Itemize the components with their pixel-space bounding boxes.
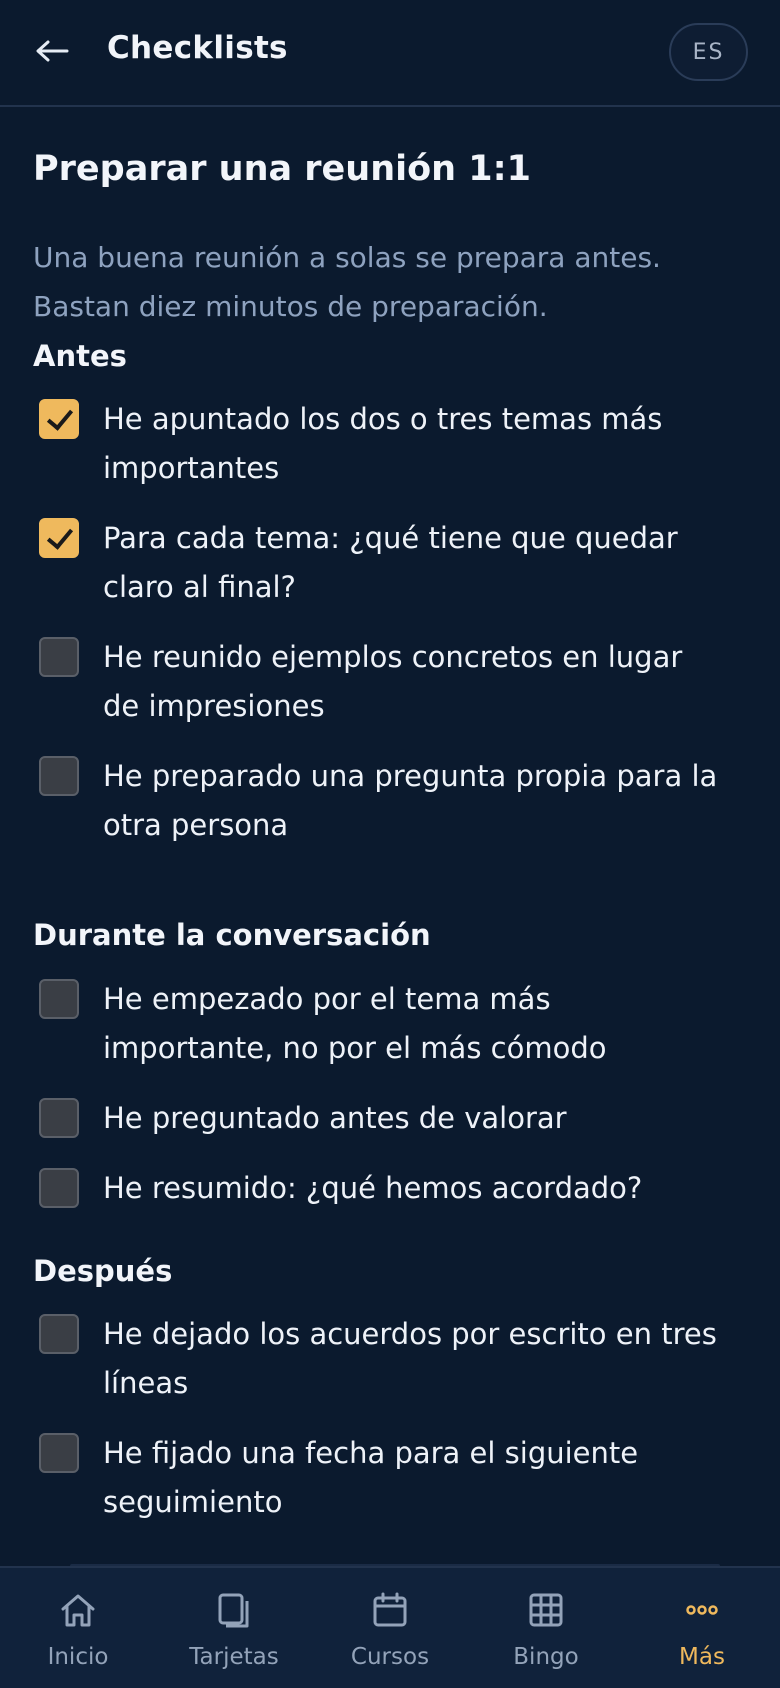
nav-label: Más <box>679 1644 725 1670</box>
nav-item-tarjetas[interactable]: Tarjetas <box>156 1568 312 1688</box>
nav-label: Cursos <box>350 1644 430 1670</box>
section-heading-despues: Después <box>33 1254 173 1288</box>
checkbox-unchecked[interactable] <box>39 1433 79 1473</box>
checklist-item-label: He fijado una fecha para el siguiente se… <box>103 1436 639 1519</box>
checkbox-unchecked[interactable] <box>39 1168 79 1208</box>
app-screen: Checklists ES Preparar una reunión 1:1 U… <box>0 0 780 1688</box>
header-title: Checklists <box>107 30 288 66</box>
checklist-item-label: He resumido: ¿qué hemos acordado? <box>103 1171 643 1205</box>
more-dots-icon <box>686 1605 718 1615</box>
checkbox-unchecked[interactable] <box>39 756 79 796</box>
nav-label: Bingo <box>513 1644 579 1670</box>
checkbox-unchecked[interactable] <box>39 1098 79 1138</box>
checkbox-unchecked[interactable] <box>39 1314 79 1354</box>
home-icon <box>61 1594 95 1627</box>
bottom-navigation: Inicio Tarjetas Cursos Bingo Más <box>0 1566 780 1688</box>
section-heading-durante: Durante la conversación <box>33 918 431 952</box>
nav-item-inicio[interactable]: Inicio <box>0 1568 156 1688</box>
intro-line: Una buena reunión a solas se prepara ant… <box>33 241 661 274</box>
arrow-left-icon <box>35 32 69 72</box>
checklist-item-label: He preguntado antes de valorar <box>103 1101 567 1135</box>
nav-item-cursos[interactable]: Cursos <box>312 1568 468 1688</box>
grid-icon <box>529 1593 563 1627</box>
intro-line: Bastan diez minutos de preparación. <box>33 290 548 323</box>
section-heading-antes: Antes <box>33 339 127 373</box>
intro-text: Una buena reunión a solas se prepara ant… <box>33 233 753 331</box>
page-title: Preparar una reunión 1:1 <box>33 149 531 189</box>
nav-label: Inicio <box>47 1644 109 1670</box>
checklist-item-label: He preparado una pregunta propia para la… <box>103 759 718 842</box>
checkbox-checked[interactable] <box>39 518 79 558</box>
nav-item-bingo[interactable]: Bingo <box>468 1568 624 1688</box>
checklist-content: Preparar una reunión 1:1 Una buena reuni… <box>0 109 780 1566</box>
checklist-item-label: Para cada tema: ¿qué tiene que quedar cl… <box>103 521 678 604</box>
nav-label: Tarjetas <box>189 1644 279 1670</box>
checklist-item-label: He reunido ejemplos concretos en lugar d… <box>103 640 683 723</box>
checkbox-unchecked[interactable] <box>39 637 79 677</box>
checklist-item-label: He dejado los acuerdos por escrito en tr… <box>103 1317 717 1400</box>
calendar-icon <box>373 1592 407 1627</box>
checklist-item-label: He empezado por el tema más importante, … <box>103 982 607 1065</box>
cards-icon <box>218 1593 249 1628</box>
language-button[interactable]: ES <box>669 23 748 81</box>
checkbox-unchecked[interactable] <box>39 979 79 1019</box>
checklist-item-label: He apuntado los dos o tres temas más imp… <box>103 402 663 485</box>
back-button[interactable] <box>30 28 74 76</box>
checkbox-checked[interactable] <box>39 399 79 439</box>
nav-item-mas[interactable]: Más <box>624 1568 780 1688</box>
top-bar: Checklists ES <box>0 0 780 107</box>
